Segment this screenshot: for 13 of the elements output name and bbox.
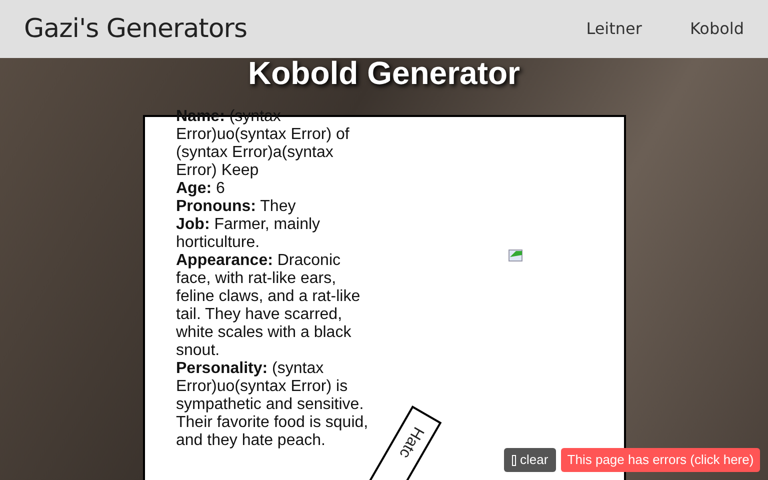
- broken-image-icon: [508, 247, 524, 263]
- site-title: Gazi's Generators: [24, 12, 247, 46]
- info-paragraph: Job: Farmer, mainly horticulture.: [176, 216, 322, 252]
- page-heading: Kobold Generator: [248, 57, 520, 89]
- nav-link[interactable]: Leitner: [586, 17, 642, 41]
- nav-link[interactable]: Kobold: [690, 17, 744, 41]
- info-paragraph: Personality: (syntax Error)uo(syntax Error) is sympathetic and sensitive. Their favorite food is squid, and they hate peach.: [176, 360, 370, 450]
- info-paragraph: Pronouns: They: [176, 198, 297, 216]
- info-paragraph: Appearance: Draconic face, with rat-like ears, feline claws, and a rat-like tail. They have scarred, white scales with a black snout.: [176, 252, 362, 360]
- info-paragraph: Age: 6: [176, 180, 226, 198]
- clear-button[interactable]: clear: [504, 448, 556, 472]
- missing-glyph-icon: [512, 454, 516, 466]
- info-paragraph: Name: (syntax Error)uo(syntax Error) of (syntax Error)a(syntax Error) Keep: [176, 108, 350, 180]
